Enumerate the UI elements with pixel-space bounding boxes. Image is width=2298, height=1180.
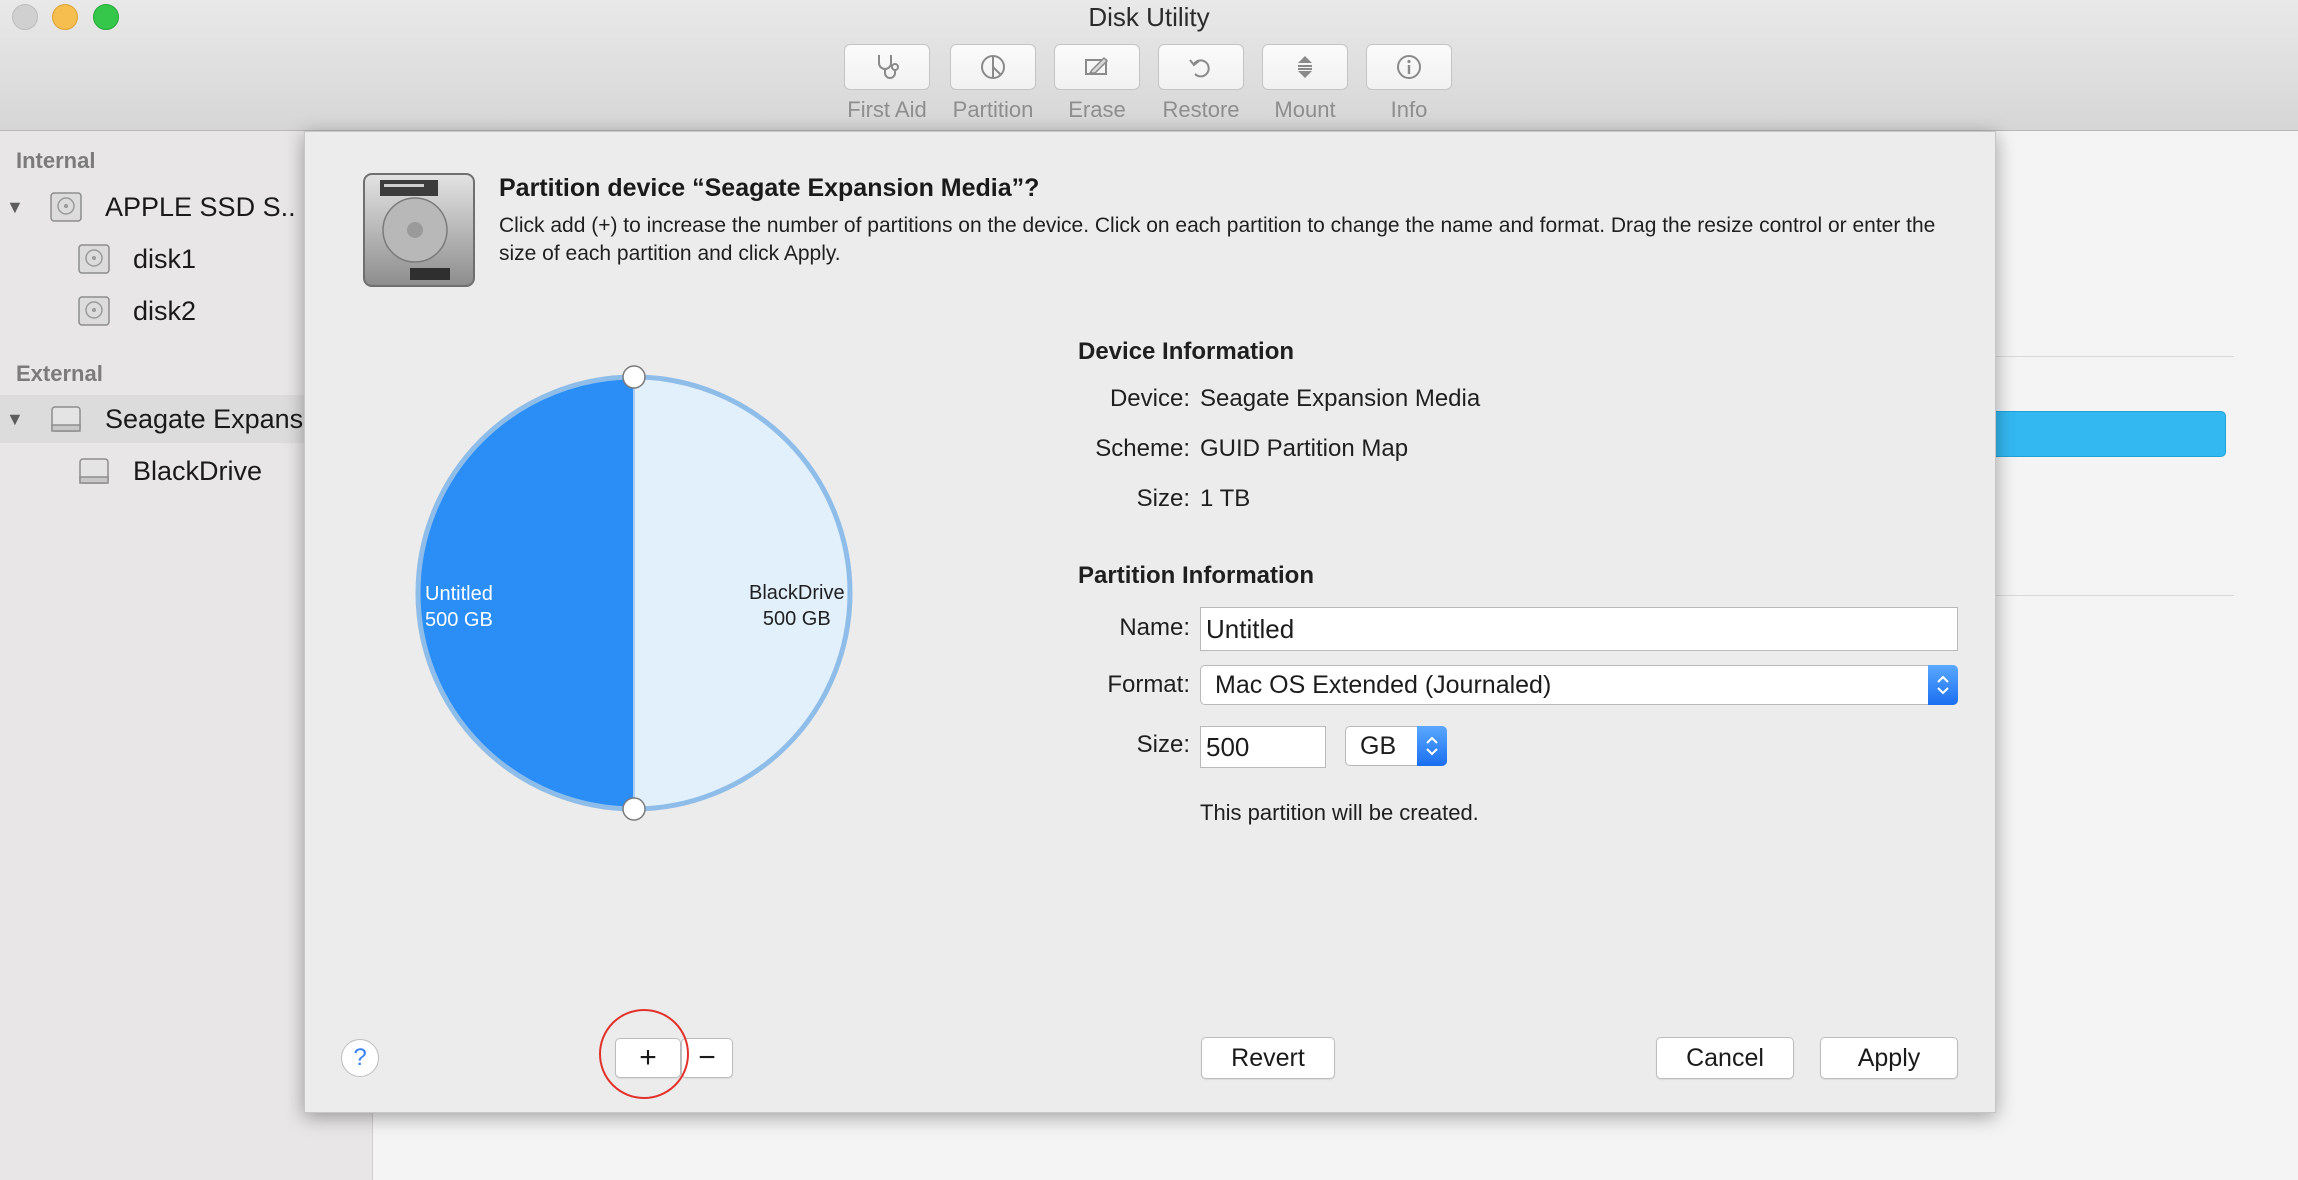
partition-note: This partition will be created. (1200, 800, 1479, 825)
popup-arrows-icon (1417, 726, 1447, 766)
disclosure-triangle-icon[interactable]: ▼ (6, 409, 24, 430)
sidebar-item-label: Seagate Expansi (105, 403, 305, 434)
stethoscope-icon (878, 55, 899, 79)
toolbar-mount[interactable]: Mount (1262, 44, 1348, 123)
device-label: Device: (1109, 385, 1190, 412)
partition-pie-chart[interactable]: Untitled 500 GB BlackDrive 500 GB (355, 319, 915, 884)
partition-icon (981, 55, 1005, 79)
revert-button[interactable]: Revert (1201, 1037, 1335, 1079)
window-title: Disk Utility (1088, 2, 1210, 32)
volume-icon (78, 296, 110, 326)
toolbar-partition-label: Partition (952, 97, 1034, 122)
divider (1960, 356, 2234, 357)
partition-size: 500 GB (425, 609, 493, 631)
highlight-circle (599, 1009, 689, 1099)
erase-icon (1085, 56, 1109, 75)
format-label: Format: (1107, 671, 1190, 698)
external-disk-icon (51, 406, 81, 432)
partition-label-blackdrive: BlackDrive 500 GB (749, 580, 845, 632)
popup-arrows-icon (1928, 665, 1958, 705)
toolbar-info-label: Info (1390, 97, 1428, 122)
disclosure-triangle-icon[interactable]: ▼ (6, 197, 24, 218)
partition-information-heading: Partition Information (1078, 562, 1314, 589)
size-unit-popup[interactable]: GB (1345, 726, 1447, 766)
apply-button[interactable]: Apply (1820, 1037, 1958, 1079)
hard-drive-icon (363, 173, 475, 287)
partition-name: Untitled (425, 583, 493, 605)
partition-name-field[interactable]: Untitled (1200, 607, 1958, 651)
divider (1960, 595, 2234, 596)
size-label: Size: (1136, 485, 1190, 512)
partition-size-label: Size: (1136, 731, 1190, 758)
name-label: Name: (1119, 614, 1190, 641)
size-value: 1 TB (1200, 485, 1251, 512)
sidebar-item-label: disk1 (133, 243, 197, 274)
scheme-label: Scheme: (1095, 435, 1190, 462)
sidebar-item-label: APPLE SSD S... (105, 191, 295, 222)
info-icon (1397, 55, 1421, 79)
toolbar-first-aid[interactable]: First Aid (844, 44, 930, 123)
internal-disk-icon (50, 192, 82, 222)
device-information-heading: Device Information (1078, 338, 1295, 365)
volume-icon (78, 244, 110, 274)
window-titlebar: Disk Utility First Aid Partition Erase R… (0, 0, 2298, 131)
toolbar-first-aid-label: First Aid (847, 97, 927, 122)
volume-icon (79, 458, 109, 484)
partition-label-untitled: Untitled 500 GB (425, 581, 493, 633)
toolbar-partition[interactable]: Partition (950, 44, 1036, 123)
scheme-value: GUID Partition Map (1200, 435, 1409, 462)
format-popup[interactable]: Mac OS Extended (Journaled) (1200, 665, 1958, 705)
sheet-description: Click add (+) to increase the number of … (499, 214, 1936, 265)
resize-handle-top[interactable] (622, 365, 646, 389)
restore-icon (1189, 59, 1210, 78)
toolbar-restore-label: Restore (1162, 97, 1240, 122)
sidebar-section-external: External (16, 361, 103, 386)
partition-name: BlackDrive (749, 582, 845, 604)
partition-sheet: Partition device “Seagate Expansion Medi… (304, 131, 1996, 1113)
sidebar-item-label: disk2 (133, 295, 197, 326)
partition-size-field[interactable]: 500 (1200, 726, 1326, 768)
sheet-title: Partition device “Seagate Expansion Medi… (499, 174, 1040, 202)
toolbar-erase[interactable]: Erase (1054, 44, 1140, 123)
cancel-button[interactable]: Cancel (1656, 1037, 1794, 1079)
toolbar-erase-label: Erase (1068, 97, 1126, 122)
size-unit-value: GB (1360, 731, 1397, 760)
toolbar-restore[interactable]: Restore (1158, 44, 1244, 123)
toolbar-info[interactable]: Info (1366, 44, 1452, 123)
partition-size: 500 GB (762, 608, 831, 630)
resize-handle-bottom[interactable] (622, 797, 646, 821)
sidebar-item-label: BlackDrive (133, 455, 263, 486)
mount-icon (1298, 56, 1312, 78)
format-popup-value: Mac OS Extended (Journaled) (1215, 670, 1552, 699)
toolbar-mount-label: Mount (1274, 97, 1336, 122)
device-value: Seagate Expansion Media (1200, 385, 1481, 412)
usage-bar (1960, 411, 2226, 457)
help-button[interactable]: ? (341, 1039, 379, 1077)
sidebar-section-internal: Internal (16, 148, 96, 173)
